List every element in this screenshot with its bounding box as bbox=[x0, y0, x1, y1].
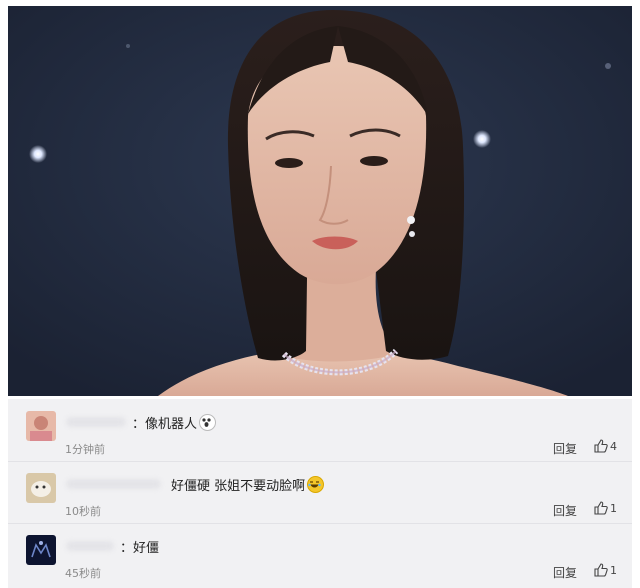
reply-button[interactable]: 回复 bbox=[553, 440, 577, 457]
reply-button[interactable]: 回复 bbox=[553, 564, 577, 581]
reply-button[interactable]: 回复 bbox=[553, 502, 577, 519]
laughing-emoji bbox=[307, 476, 325, 493]
username-redacted bbox=[66, 479, 161, 489]
avatar[interactable] bbox=[26, 535, 56, 565]
like-button[interactable]: 4 bbox=[594, 439, 617, 455]
like-count: 1 bbox=[610, 502, 617, 515]
avatar[interactable] bbox=[26, 473, 56, 503]
comment-text: ：像机器人 bbox=[132, 413, 217, 432]
comment-text: ：好僵 bbox=[120, 541, 160, 556]
like-button[interactable]: 1 bbox=[594, 501, 617, 517]
username-redacted bbox=[66, 417, 126, 427]
comment-list: ：像机器人 1分钟前 回复 4 好僵硬 张姐不要动脸啊 10秒前 回复 1 ：好… bbox=[8, 399, 632, 588]
light-right bbox=[473, 130, 491, 148]
username-redacted bbox=[66, 541, 114, 551]
comment-item: 好僵硬 张姐不要动脸啊 10秒前 回复 1 bbox=[8, 461, 632, 524]
comment-time: 10秒前 bbox=[65, 505, 101, 518]
comment-time: 1分钟前 bbox=[65, 443, 105, 456]
comment-item: ：像机器人 1分钟前 回复 4 bbox=[8, 399, 632, 462]
like-button[interactable]: 1 bbox=[594, 563, 617, 579]
comment-item: ：好僵 45秒前 回复 1 bbox=[8, 523, 632, 585]
avatar[interactable] bbox=[26, 411, 56, 441]
shock-emoji bbox=[199, 414, 217, 431]
thumbs-up-icon bbox=[594, 439, 608, 453]
comment-time: 45秒前 bbox=[65, 567, 101, 580]
like-count: 1 bbox=[610, 564, 617, 577]
like-count: 4 bbox=[610, 440, 617, 453]
post-photo[interactable] bbox=[8, 6, 632, 396]
comment-text: 好僵硬 张姐不要动脸啊 bbox=[171, 475, 325, 494]
thumbs-up-icon bbox=[594, 501, 608, 515]
thumbs-up-icon bbox=[594, 563, 608, 577]
light-left bbox=[29, 145, 47, 163]
photo-illustration bbox=[8, 6, 632, 396]
